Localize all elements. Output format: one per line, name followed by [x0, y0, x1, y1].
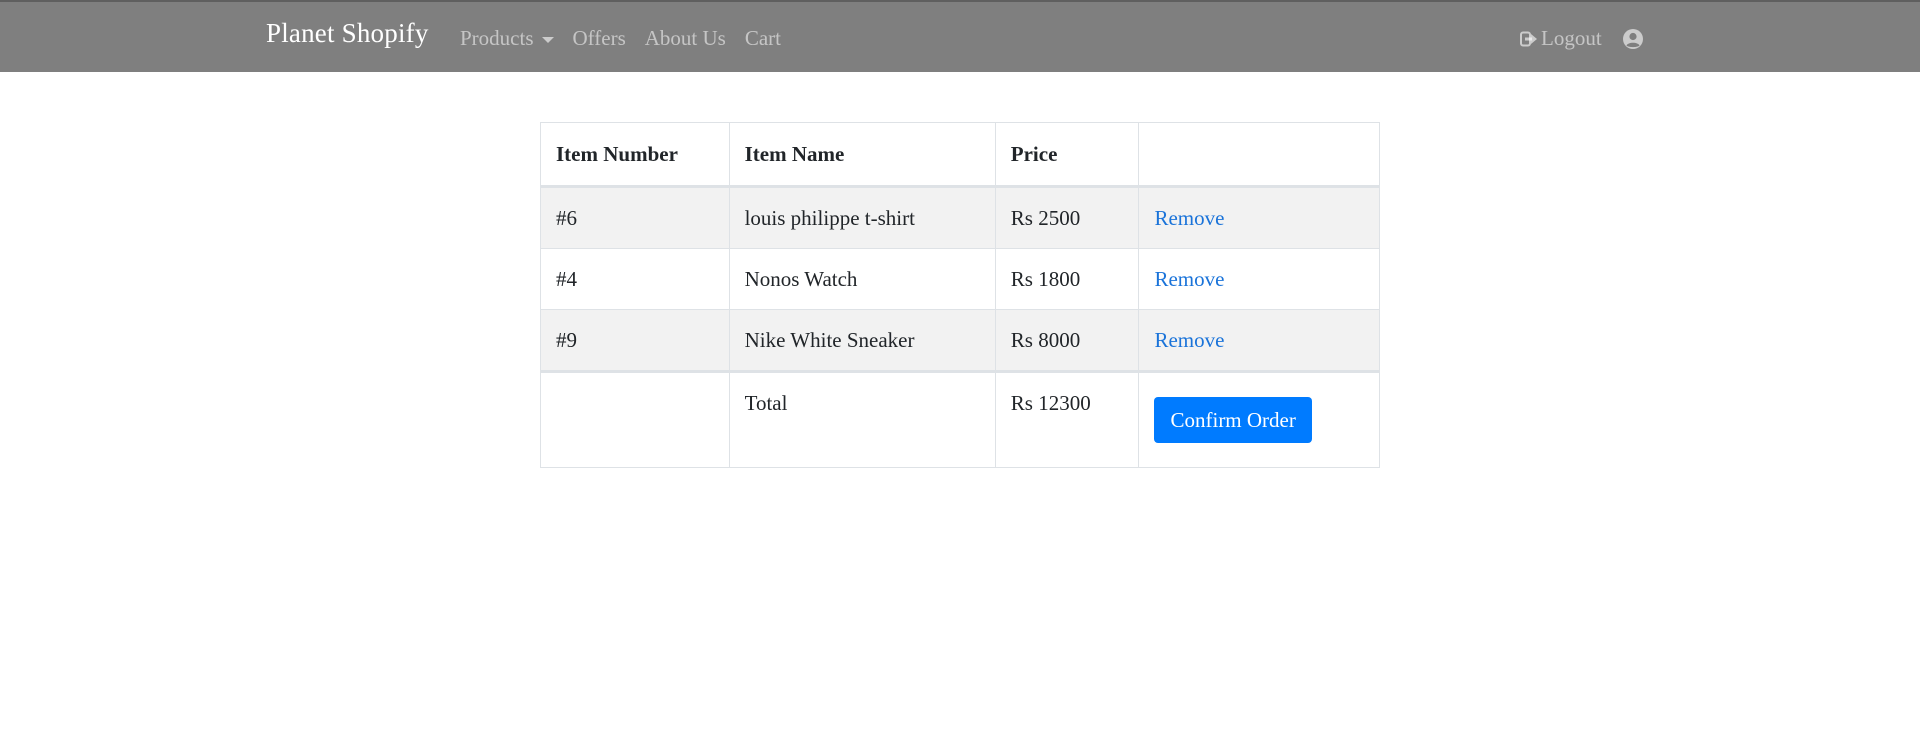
sign-out-icon	[1520, 31, 1537, 46]
cart-table: Item Number Item Name Price #6 louis phi…	[540, 122, 1380, 468]
user-menu[interactable]	[1622, 28, 1644, 50]
total-row: Total Rs 12300 Confirm Order	[540, 370, 1380, 468]
table-header-row: Item Number Item Name Price	[540, 122, 1380, 188]
item-price: Rs 2500	[994, 186, 1140, 249]
caret-down-icon	[541, 36, 554, 43]
nav-cart[interactable]: Cart	[745, 26, 781, 51]
nav-links: Products Offers About Us Cart	[460, 26, 800, 51]
user-circle-icon	[1622, 28, 1643, 49]
item-name: Nonos Watch	[728, 248, 996, 310]
header-item-number: Item Number	[540, 122, 730, 188]
header-item-name: Item Name	[728, 122, 996, 188]
nav-about-us[interactable]: About Us	[645, 26, 726, 51]
table-row: #4 Nonos Watch Rs 1800 Remove	[540, 248, 1380, 310]
table-row: #9 Nike White Sneaker Rs 8000 Remove	[540, 309, 1380, 372]
item-actions: Remove	[1138, 309, 1380, 372]
remove-link[interactable]: Remove	[1154, 328, 1224, 352]
item-number: #9	[540, 309, 730, 372]
nav-products-label: Products	[460, 26, 534, 50]
item-price: Rs 8000	[994, 309, 1140, 372]
nav-offers[interactable]: Offers	[573, 26, 626, 51]
total-label: Total	[728, 370, 996, 468]
confirm-order-button[interactable]: Confirm Order	[1154, 397, 1312, 443]
remove-link[interactable]: Remove	[1154, 267, 1224, 291]
item-name: louis philippe t-shirt	[728, 186, 996, 249]
header-price: Price	[994, 122, 1140, 188]
item-number: #4	[540, 248, 730, 310]
item-number: #6	[540, 186, 730, 249]
header-actions	[1138, 122, 1380, 188]
navbar: Planet Shopify Products Offers About Us …	[0, 2, 1920, 72]
nav-right: Logout	[1520, 26, 1644, 51]
item-price: Rs 1800	[994, 248, 1140, 310]
brand-logo[interactable]: Planet Shopify	[266, 18, 429, 49]
nav-products-dropdown[interactable]: Products	[460, 26, 554, 51]
confirm-cell: Confirm Order	[1138, 370, 1380, 468]
item-name: Nike White Sneaker	[728, 309, 996, 372]
item-actions: Remove	[1138, 248, 1380, 310]
remove-link[interactable]: Remove	[1154, 206, 1224, 230]
total-empty-cell	[540, 370, 730, 468]
total-value: Rs 12300	[994, 370, 1140, 468]
logout-link[interactable]: Logout	[1520, 26, 1602, 51]
table-row: #6 louis philippe t-shirt Rs 2500 Remove	[540, 186, 1380, 249]
logout-label: Logout	[1541, 26, 1602, 50]
item-actions: Remove	[1138, 186, 1380, 249]
